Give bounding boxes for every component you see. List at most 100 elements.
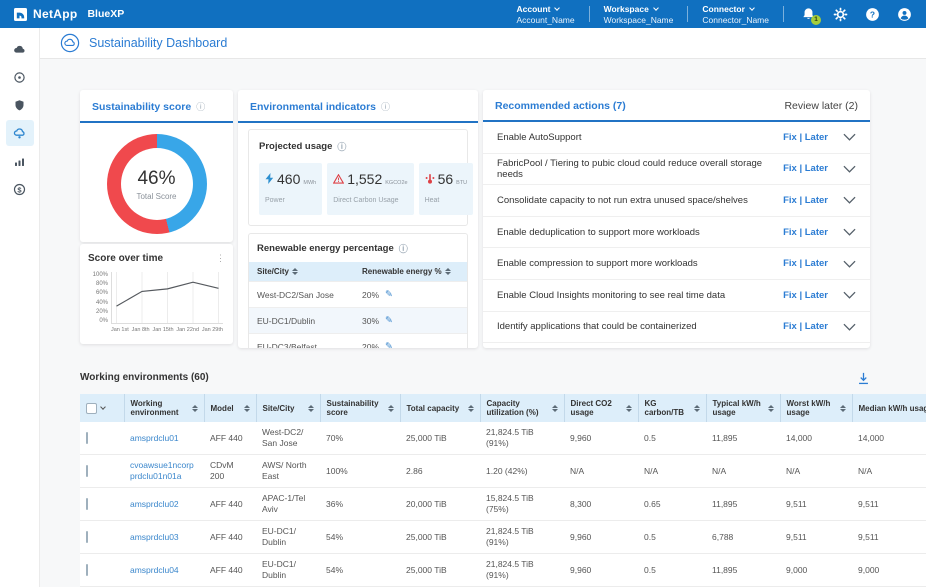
column-header-kg-carbon-tb[interactable]: KG carbon/TB: [638, 394, 706, 422]
review-later-link[interactable]: Review later (2): [784, 100, 858, 112]
bluexp-app: NetApp BlueXP AccountAccount_NameWorkspa…: [0, 0, 926, 587]
table-cell: amsprdclu04: [124, 554, 204, 587]
help-button[interactable]: ?: [865, 7, 880, 22]
column-header-site-city[interactable]: Site/City: [256, 394, 320, 422]
table-cell: AFF 440: [204, 488, 256, 521]
info-icon[interactable]: [337, 140, 346, 153]
row-checkbox[interactable]: [86, 498, 88, 510]
renewable-column-header[interactable]: Renewable energy %: [362, 267, 459, 276]
notifications-button[interactable]: 1: [801, 7, 816, 22]
actions-list: Enable AutoSupportFix | LaterFabricPool …: [483, 122, 870, 343]
action-text: Enable deduplication to support more wor…: [497, 227, 700, 238]
table-cell: EU-DC1/ Dublin: [256, 554, 320, 587]
info-icon[interactable]: [399, 242, 408, 255]
row-checkbox[interactable]: [86, 564, 88, 576]
sort-icon: [768, 405, 774, 412]
table-row: amsprdclu02AFF 440APAC-1/Tel Aviv36%20,0…: [80, 488, 926, 521]
table-cell: EU-DC1/ Dublin: [256, 521, 320, 554]
y-tick-label: 20%: [96, 309, 108, 315]
fix-later-link[interactable]: Fix | Later: [783, 195, 828, 206]
chevron-down-icon[interactable]: [843, 323, 856, 331]
working-environment-link[interactable]: amsprdclu04: [130, 565, 179, 575]
account-menu[interactable]: AccountAccount_Name: [516, 4, 574, 25]
column-header-sustainability-score[interactable]: Sustainability score: [320, 394, 400, 422]
sidebar-item-observability[interactable]: [6, 148, 34, 174]
sidebar-item-protection[interactable]: [6, 92, 34, 118]
total-score-value: 46%: [137, 168, 175, 190]
edit-icon[interactable]: [385, 315, 393, 326]
column-header-working-environment[interactable]: Working environment: [124, 394, 204, 422]
chart-y-labels: 100%80%60%40%20%0%: [88, 272, 111, 324]
column-header-total-capacity[interactable]: Total capacity: [400, 394, 480, 422]
chevron-down-icon[interactable]: [843, 260, 856, 268]
working-environment-link[interactable]: cvoawsue1ncorp prdclu01n01a: [130, 460, 194, 481]
sidebar-item-mobility[interactable]: [6, 64, 34, 90]
column-header-model[interactable]: Model: [204, 394, 256, 422]
renewable-percent-value: 20%: [362, 342, 379, 349]
table-cell: 9,000: [780, 554, 852, 587]
renewable-energy-title: Renewable energy percentage: [257, 243, 394, 254]
chevron-down-icon[interactable]: [843, 133, 856, 141]
info-icon[interactable]: [381, 100, 390, 113]
main-content: Sustainability score 46% Total Score Sco…: [40, 59, 926, 587]
sidebar-item-governance[interactable]: $: [6, 176, 34, 202]
renewable-table-header: Site/CityRenewable energy %: [249, 262, 467, 281]
product-name: BlueXP: [87, 8, 124, 20]
working-environment-link[interactable]: amsprdclu01: [130, 433, 179, 443]
select-all-checkbox[interactable]: [86, 403, 97, 414]
renewable-percent-value: 20%: [362, 290, 379, 300]
column-header-median-kw-h-usage[interactable]: Median kW/h usage: [852, 394, 926, 422]
table-cell: amsprdclu02: [124, 488, 204, 521]
working-environment-link[interactable]: amsprdclu02: [130, 499, 179, 509]
chevron-down-icon[interactable]: [843, 165, 856, 173]
action-text: Enable compression to support more workl…: [497, 258, 698, 269]
connector-menu[interactable]: ConnectorConnector_Name: [702, 4, 769, 25]
fix-later-link[interactable]: Fix | Later: [783, 321, 828, 332]
menu-value: Connector_Name: [702, 15, 769, 25]
help-icon: ?: [865, 7, 880, 22]
column-header-capacity-utilization-[interactable]: Capacity utilization (%): [480, 394, 564, 422]
chevron-down-icon[interactable]: [843, 291, 856, 299]
menu-value: Account_Name: [516, 15, 574, 25]
sidebar-item-canvas[interactable]: [6, 36, 34, 62]
stat-value: 56: [438, 171, 454, 187]
score-card-title: Sustainability score: [92, 101, 191, 113]
netapp-logo-icon[interactable]: [14, 8, 27, 21]
column-header-worst-kw-h-usage[interactable]: Worst kW/h usage: [780, 394, 852, 422]
top-menus: AccountAccount_Name WorkspaceWorkspace_Na…: [507, 4, 789, 25]
chevron-down-icon[interactable]: [843, 228, 856, 236]
fix-later-link[interactable]: Fix | Later: [783, 227, 828, 238]
working-environment-link[interactable]: amsprdclu03: [130, 532, 179, 542]
sync-icon: [13, 71, 26, 84]
chevron-down-icon[interactable]: [843, 196, 856, 204]
renewable-column-header[interactable]: Site/City: [257, 267, 362, 276]
table-cell: 0.5: [638, 521, 706, 554]
fix-later-link[interactable]: Fix | Later: [783, 290, 828, 301]
sidebar-item-sustainability[interactable]: [6, 120, 34, 146]
table-cell: 25,000 TiB: [400, 554, 480, 587]
sort-icon: [552, 405, 558, 412]
settings-button[interactable]: [833, 7, 848, 22]
select-all-header[interactable]: [80, 394, 124, 422]
edit-icon[interactable]: [385, 341, 393, 348]
column-header-typical-kw-h-usage[interactable]: Typical kW/h usage: [706, 394, 780, 422]
row-checkbox[interactable]: [86, 432, 88, 444]
fix-later-link[interactable]: Fix | Later: [783, 258, 828, 269]
column-header-direct-co2-usage[interactable]: Direct CO2 usage: [564, 394, 638, 422]
row-checkbox[interactable]: [86, 465, 88, 477]
kebab-menu-icon[interactable]: [216, 253, 225, 264]
row-checkbox[interactable]: [86, 531, 88, 543]
table-cell: 9,000: [852, 554, 926, 587]
sort-icon: [840, 405, 846, 412]
table-cell: 20,000 TiB: [400, 488, 480, 521]
table-cell: amsprdclu03: [124, 521, 204, 554]
edit-icon[interactable]: [385, 289, 393, 300]
info-icon[interactable]: [196, 100, 205, 113]
download-button[interactable]: [857, 372, 870, 385]
fix-later-link[interactable]: Fix | Later: [783, 132, 828, 143]
table-cell: 9,960: [564, 521, 638, 554]
profile-button[interactable]: [897, 7, 912, 22]
fix-later-link[interactable]: Fix | Later: [783, 163, 828, 174]
table-cell: 2.86: [400, 455, 480, 488]
workspace-menu[interactable]: WorkspaceWorkspace_Name: [604, 4, 674, 25]
